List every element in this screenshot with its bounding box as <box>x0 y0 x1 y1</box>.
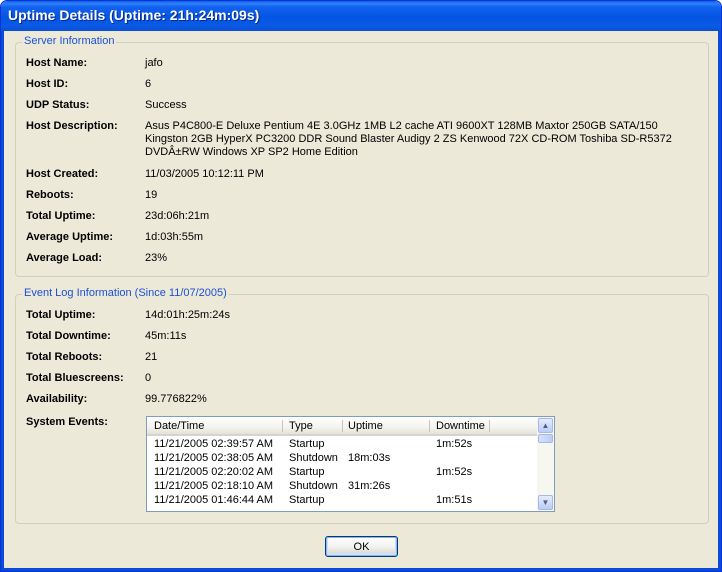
server-information-legend: Server Information <box>22 35 117 47</box>
scroll-up-icon[interactable]: ▲ <box>538 418 553 433</box>
host-id-label: Host ID: <box>26 78 69 90</box>
cell-downtime: 1m:52s <box>436 438 473 450</box>
window-title: Uptime Details (Uptime: 21h:24m:09s) <box>8 7 260 23</box>
host-name-value: jafo <box>145 57 163 69</box>
event-total-uptime-value: 14d:01h:25m:24s <box>145 309 231 321</box>
udp-status-label: UDP Status: <box>26 99 90 111</box>
column-header-uptime[interactable]: Uptime <box>348 420 383 432</box>
total-downtime-value: 45m:11s <box>145 330 187 342</box>
system-events-header: Date/Time Type Uptime Downtime <box>147 417 537 436</box>
column-header-type[interactable]: Type <box>289 420 313 432</box>
system-events-list[interactable]: Date/Time Type Uptime Downtime 11/21/200… <box>146 416 555 512</box>
column-header-downtime[interactable]: Downtime <box>436 420 485 432</box>
column-header-datetime[interactable]: Date/Time <box>154 420 204 432</box>
window-border-right <box>718 31 721 571</box>
host-description-label: Host Description: <box>26 120 118 132</box>
udp-status-value: Success <box>145 99 187 111</box>
title-bar[interactable]: Uptime Details (Uptime: 21h:24m:09s) <box>1 1 721 31</box>
availability-label: Availability: <box>26 393 88 405</box>
scroll-down-icon[interactable]: ▼ <box>538 495 553 510</box>
average-load-label: Average Load: <box>26 252 103 264</box>
cell-type: Shutdown <box>289 452 338 464</box>
cell-datetime: 11/21/2005 02:39:57 AM <box>154 438 274 450</box>
table-row[interactable]: 11/21/2005 02:18:10 AM Shutdown 31m:26s <box>147 480 537 494</box>
total-uptime-label: Total Uptime: <box>26 210 96 222</box>
total-uptime-value: 23d:06h:21m <box>145 210 210 222</box>
event-log-information-legend: Event Log Information (Since 11/07/2005) <box>22 287 229 299</box>
cell-downtime: 1m:52s <box>436 466 473 478</box>
vertical-scrollbar[interactable]: ▲ ▼ <box>537 417 554 511</box>
host-description-value: Asus P4C800-E Deluxe Pentium 4E 3.0GHz 1… <box>145 120 672 158</box>
total-reboots-value: 21 <box>145 351 158 363</box>
column-separator[interactable] <box>489 420 490 432</box>
cell-datetime: 11/21/2005 02:18:10 AM <box>154 480 274 492</box>
column-separator[interactable] <box>282 420 283 432</box>
window-border-left <box>1 31 4 571</box>
table-row[interactable]: 11/21/2005 02:38:05 AM Shutdown 18m:03s <box>147 452 537 466</box>
average-uptime-value: 1d:03h:55m <box>145 231 204 243</box>
window-border-bottom <box>1 568 721 571</box>
cell-type: Startup <box>289 466 325 478</box>
column-separator[interactable] <box>342 420 343 432</box>
average-load-value: 23% <box>145 252 168 264</box>
uptime-details-window: Uptime Details (Uptime: 21h:24m:09s) Ser… <box>0 0 722 572</box>
system-events-label: System Events: <box>26 416 108 428</box>
server-information-group: Server Information Host Name: jafo Host … <box>15 35 709 277</box>
scrollbar-thumb[interactable] <box>538 434 553 443</box>
table-row[interactable]: 11/21/2005 02:20:02 AM Startup 1m:52s <box>147 466 537 480</box>
cell-type: Shutdown <box>289 480 338 492</box>
average-uptime-label: Average Uptime: <box>26 231 114 243</box>
cell-datetime: 11/21/2005 02:20:02 AM <box>154 466 274 478</box>
host-created-value: 11/03/2005 10:12:11 PM <box>145 168 264 180</box>
cell-uptime: 18m:03s <box>348 452 391 464</box>
total-reboots-label: Total Reboots: <box>26 351 103 363</box>
host-created-label: Host Created: <box>26 168 99 180</box>
cell-downtime: 1m:51s <box>436 494 473 506</box>
table-row[interactable]: 11/21/2005 01:46:44 AM Startup 1m:51s <box>147 494 537 508</box>
cell-uptime: 31m:26s <box>348 480 391 492</box>
cell-type: Startup <box>289 438 325 450</box>
total-bluescreens-label: Total Bluescreens: <box>26 372 124 384</box>
host-id-value: 6 <box>145 78 152 90</box>
availability-value: 99.776822% <box>145 393 207 405</box>
event-log-information-group: Event Log Information (Since 11/07/2005)… <box>15 287 709 524</box>
table-row[interactable]: 11/21/2005 02:39:57 AM Startup 1m:52s <box>147 438 537 452</box>
event-total-uptime-label: Total Uptime: <box>26 309 96 321</box>
column-separator[interactable] <box>429 420 430 432</box>
total-downtime-label: Total Downtime: <box>26 330 111 342</box>
reboots-label: Reboots: <box>26 189 74 201</box>
total-bluescreens-value: 0 <box>145 372 152 384</box>
ok-button[interactable]: OK <box>325 536 398 557</box>
cell-type: Startup <box>289 494 325 506</box>
reboots-value: 19 <box>145 189 158 201</box>
host-name-label: Host Name: <box>26 57 88 69</box>
cell-datetime: 11/21/2005 01:46:44 AM <box>154 494 274 506</box>
cell-datetime: 11/21/2005 02:38:05 AM <box>154 452 274 464</box>
